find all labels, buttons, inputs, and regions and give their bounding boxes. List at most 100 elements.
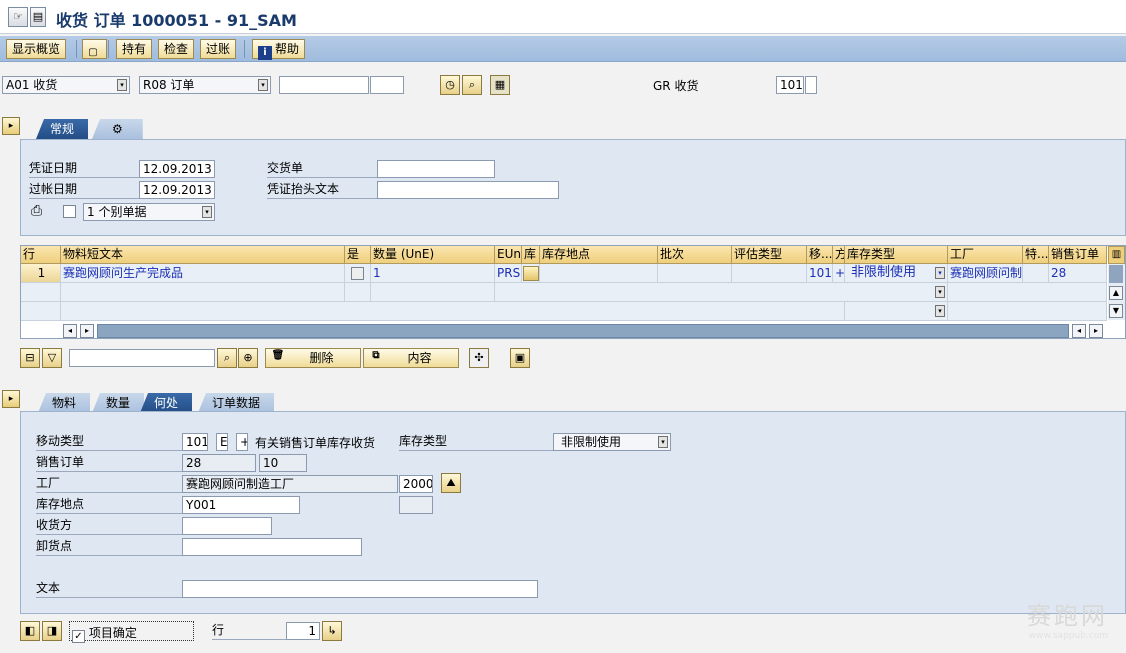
row-batch[interactable]: [658, 264, 732, 283]
row-so[interactable]: 28: [1049, 264, 1107, 283]
item-ok-control[interactable]: ✓ 项目确定: [69, 621, 194, 643]
row-unit[interactable]: PRS: [495, 264, 522, 283]
scroll-left-icon[interactable]: ◂: [63, 324, 77, 338]
menu-icon[interactable]: ☞: [8, 7, 28, 27]
row-stock-type[interactable]: 非限制使用 ▾: [845, 264, 948, 283]
line-input[interactable]: 1: [286, 622, 320, 640]
expand-icon[interactable]: ✣: [469, 348, 489, 368]
col-mvt[interactable]: 移...: [807, 246, 833, 264]
print-checkbox[interactable]: [63, 205, 76, 218]
row-selector[interactable]: [21, 283, 61, 302]
empty-cell[interactable]: [371, 283, 495, 302]
col-qty[interactable]: 数量 (UnE): [371, 246, 495, 264]
unload-input[interactable]: [182, 538, 362, 556]
row-ok-checkbox[interactable]: [351, 267, 364, 280]
sort-icon[interactable]: ⊟: [20, 348, 40, 368]
empty-cell[interactable]: [948, 302, 1107, 321]
vertical-scrollbar[interactable]: ▲ ▼: [1108, 264, 1125, 320]
col-text[interactable]: 物料短文本: [61, 246, 345, 264]
collapse-header-icon[interactable]: ▸: [2, 117, 20, 135]
prev-item-icon[interactable]: ◧: [20, 621, 40, 641]
recipient-input[interactable]: [182, 517, 272, 535]
help-button[interactable]: i 帮助: [252, 39, 306, 60]
so-item-field[interactable]: 10: [259, 454, 307, 472]
search-icon[interactable]: ⌕: [462, 75, 482, 95]
order-item-input[interactable]: [370, 76, 404, 94]
sloc-desc-field[interactable]: [399, 496, 433, 514]
row-plant[interactable]: 赛跑网顾问制适: [948, 264, 1023, 283]
horizontal-scroll-thumb[interactable]: [97, 324, 1069, 338]
action-select[interactable]: A01 收货 ▾: [2, 76, 130, 94]
collapse-detail-icon[interactable]: ▸: [2, 390, 20, 408]
empty-stock-type[interactable]: ▾: [845, 283, 948, 302]
table-settings-icon[interactable]: ▥: [1108, 246, 1125, 264]
delivery-note-input[interactable]: [377, 160, 495, 178]
plant-address-icon[interactable]: ⛰: [441, 473, 461, 493]
execute-icon[interactable]: ◷: [440, 75, 460, 95]
find-icon[interactable]: ⌕: [217, 348, 237, 368]
movement-type-ext[interactable]: [805, 76, 817, 94]
col-unit[interactable]: EUn: [495, 246, 522, 264]
plant-code-field[interactable]: 2000: [399, 475, 433, 493]
sloc-field[interactable]: Y001: [182, 496, 300, 514]
find-next-icon[interactable]: ⊕: [238, 348, 258, 368]
mvt-sign-field[interactable]: +: [236, 433, 248, 451]
empty-cell[interactable]: [345, 283, 371, 302]
row-val-type[interactable]: [732, 264, 807, 283]
col-line[interactable]: 行: [21, 246, 61, 264]
goto-line-icon[interactable]: ↳: [322, 621, 342, 641]
grid-icon[interactable]: ▦: [490, 75, 510, 95]
plant-name-field[interactable]: 赛跑网顾问制造工厂: [182, 475, 398, 493]
doc-date-field[interactable]: 12.09.2013: [139, 160, 215, 178]
order-number-input[interactable]: [279, 76, 369, 94]
empty-cell[interactable]: [61, 302, 845, 321]
scroll-up-icon[interactable]: ▲: [1109, 286, 1123, 300]
so-field[interactable]: 28: [182, 454, 256, 472]
row-mvt[interactable]: 101: [807, 264, 833, 283]
tab-material[interactable]: 物料: [38, 393, 91, 413]
tab-where[interactable]: 何处: [140, 393, 193, 413]
tab-general[interactable]: 常规: [36, 119, 89, 139]
col-stock[interactable]: 库: [522, 246, 540, 264]
col-val-type[interactable]: 评估类型: [732, 246, 807, 264]
tab-quantity[interactable]: 数量: [92, 393, 145, 413]
row-material-text[interactable]: 赛跑网顾问生产完成品: [61, 264, 345, 283]
stock-type-select[interactable]: 非限制使用 ▾: [553, 433, 671, 451]
check-button[interactable]: 检查: [158, 39, 195, 59]
col-so[interactable]: 销售订单: [1049, 246, 1107, 264]
empty-cell[interactable]: [61, 283, 345, 302]
next-item-icon[interactable]: ◨: [42, 621, 62, 641]
mvt-e-field[interactable]: E: [216, 433, 228, 451]
mvt-field[interactable]: 101: [182, 433, 208, 451]
table-search-input[interactable]: [69, 349, 215, 367]
new-document-button[interactable]: ▢: [82, 39, 107, 59]
post-date-field[interactable]: 12.09.2013: [139, 181, 215, 199]
content-button[interactable]: ⧉ 内容: [363, 348, 459, 368]
scroll-thumb[interactable]: [1109, 265, 1123, 283]
layout-icon[interactable]: ▤: [30, 7, 46, 27]
item-ok-checkbox[interactable]: ✓: [72, 630, 85, 643]
filter-icon[interactable]: ▽: [42, 348, 62, 368]
row-sloc[interactable]: [540, 264, 658, 283]
col-plant[interactable]: 工厂: [948, 246, 1023, 264]
header-text-input[interactable]: [377, 181, 559, 199]
reference-select[interactable]: R08 订单 ▾: [139, 76, 271, 94]
col-dir[interactable]: 方: [833, 246, 845, 264]
delete-button[interactable]: 🗑 删除: [265, 348, 361, 368]
scroll-down-icon[interactable]: ▼: [1109, 304, 1123, 318]
item-text-input[interactable]: [182, 580, 538, 598]
row-dir[interactable]: +: [833, 264, 845, 283]
tab-partner[interactable]: ⚙: [92, 119, 143, 139]
movement-type-input[interactable]: 101: [776, 76, 804, 94]
col-sloc[interactable]: 库存地点: [540, 246, 658, 264]
scroll-right-icon[interactable]: ▸: [80, 324, 94, 338]
col-stock-type[interactable]: 库存类型: [845, 246, 948, 264]
tab-order-data[interactable]: 订单数据: [198, 393, 275, 413]
scroll-right-icon[interactable]: ▸: [1089, 324, 1103, 338]
empty-cell[interactable]: [948, 283, 1107, 302]
row-special[interactable]: [1023, 264, 1049, 283]
empty-stock-type[interactable]: ▾: [845, 302, 948, 321]
col-batch[interactable]: 批次: [658, 246, 732, 264]
row-selector[interactable]: [21, 302, 61, 321]
slip-select[interactable]: 1 个别单据 ▾: [83, 203, 215, 221]
